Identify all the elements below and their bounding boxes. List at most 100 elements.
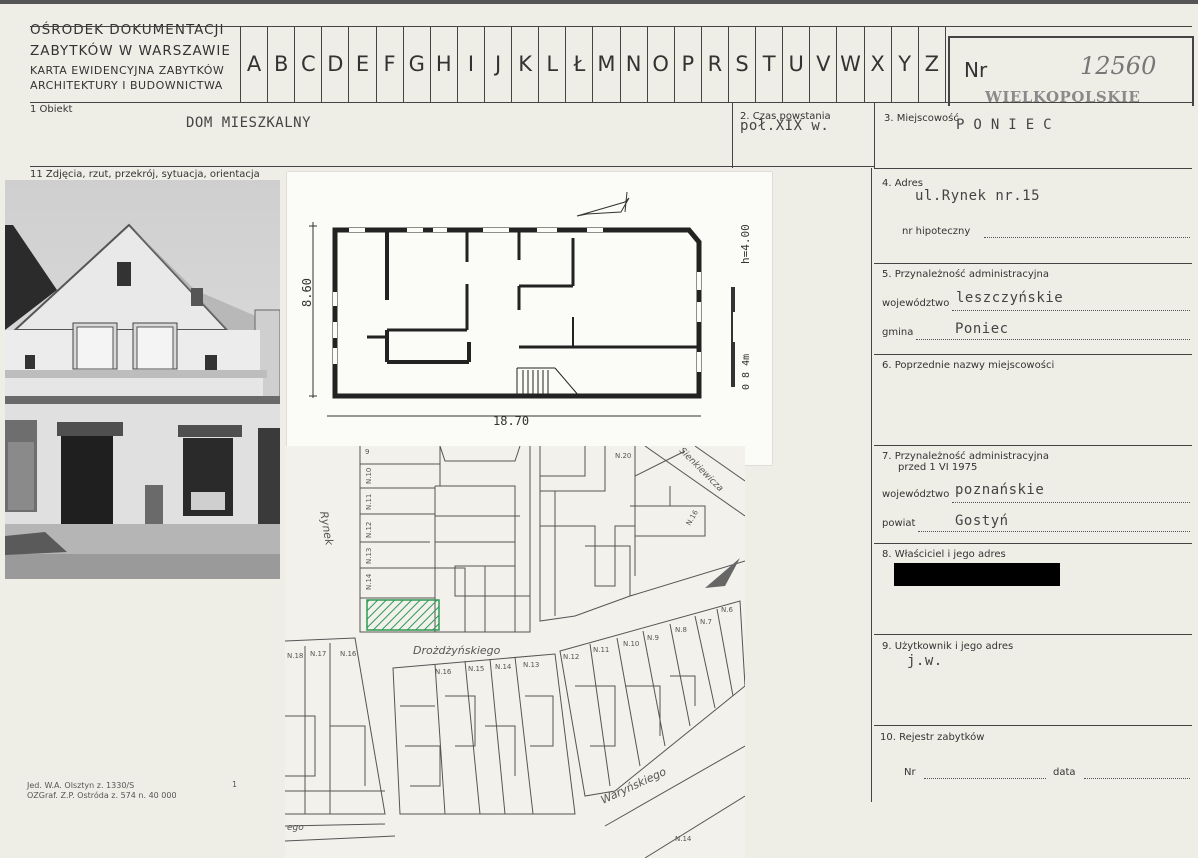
floor-plan-drawing: 8.60 18.70 h=4.00 0 8 4m	[300, 191, 752, 428]
letter-cell: Y	[892, 26, 919, 102]
letter-cell: E	[349, 26, 377, 102]
highlighted-plot	[366, 599, 440, 631]
letter-cell: A	[240, 26, 269, 102]
top-edge	[0, 0, 1198, 4]
plot-label: N.16	[685, 508, 700, 527]
inventory-card: OŚRODEK DOKUMENTACJI ZABYTKÓW W WARSZAWI…	[0, 0, 1198, 858]
woj1975-line	[952, 502, 1190, 503]
sec4-bottom-line	[874, 263, 1192, 264]
rejestr-label: 10. Rejestr zabytków	[880, 732, 985, 743]
rejestr-data-line	[1084, 778, 1190, 779]
sec8-bottom-line	[874, 634, 1192, 635]
imprint-mark: 1	[232, 780, 238, 789]
letter-cell: C	[295, 26, 323, 102]
row1-right-bottom-line	[874, 168, 1192, 169]
map-north-arrow	[705, 558, 740, 588]
letter-cell: B	[268, 26, 296, 102]
org-line1: OŚRODEK DOKUMENTACJI	[30, 22, 225, 38]
powiat-line	[918, 531, 1190, 532]
uzytkownik-value: j.w.	[907, 653, 943, 669]
plot-label: N.14	[675, 835, 692, 843]
imprint-line2: OZGraf. Z.P. Ostróda z. 574 n. 40 000	[27, 791, 177, 800]
street-partial: ego	[287, 823, 304, 833]
powiat-label: powiat	[882, 518, 916, 529]
plot-label: N.14	[365, 573, 373, 590]
letter-cell: V	[810, 26, 838, 102]
plan-depth-label: 8.60	[300, 278, 314, 307]
hipoteczny-line	[984, 237, 1190, 238]
letter-cell: W	[837, 26, 865, 102]
letter-cell: R	[702, 26, 729, 102]
letter-index: ABCDEFGHIJKLŁMNOPRSTUVWXYZ	[240, 26, 946, 102]
plan-height-label: h=4.00	[739, 224, 752, 264]
plan-width-label: 18.70	[493, 414, 529, 428]
plot-label: N.9	[647, 634, 659, 642]
letter-cell: H	[431, 26, 458, 102]
letter-cell: M	[593, 26, 621, 102]
plot-label: N.14	[495, 663, 512, 671]
zdjecia-label: 11 Zdjęcia, rzut, przekrój, sytuacja, or…	[30, 169, 260, 180]
plot-label: N.12	[563, 653, 579, 661]
plot-label: N.10	[365, 468, 373, 484]
street-sienkiewicza: Sienkiewicza	[677, 446, 725, 494]
czas-value: poł.XIX w.	[740, 118, 830, 134]
przynaleznosc-label: 5. Przynależność administracyjna	[882, 269, 1049, 280]
woj1975-label: województwo	[882, 489, 950, 500]
street-warynskiego: Waryńskiego	[599, 765, 669, 807]
plan-scale-label: 0 8 4m	[741, 354, 752, 390]
plot-label: N.12	[365, 522, 373, 538]
site-map-panel: Rynek Drożdżyńskiego Waryńskiego Sienkie…	[284, 445, 746, 858]
letter-cell: S	[729, 26, 757, 102]
plot-label: N.15	[468, 665, 484, 673]
plot-label: N.16	[435, 668, 452, 676]
miejscowosc-value: PONIEC	[956, 117, 1061, 133]
nr-label: Nr	[964, 58, 988, 82]
plot-label: N.11	[593, 646, 609, 654]
gmina-line	[916, 339, 1190, 340]
wojewodztwo-value: leszczyńskie	[956, 290, 1064, 306]
plot-label: N.6	[721, 606, 733, 614]
site-map-drawing: Rynek Drożdżyńskiego Waryńskiego Sienkie…	[284, 445, 746, 858]
plot-label: N.16	[340, 650, 357, 658]
row1-bottom-line	[30, 166, 874, 167]
letter-cell: U	[783, 26, 811, 102]
letter-cell: L	[539, 26, 567, 102]
right-column-line	[871, 168, 872, 802]
letter-cell: Ł	[566, 26, 594, 102]
gmina-value: Poniec	[955, 321, 1009, 337]
sec6-bottom-line	[874, 445, 1192, 446]
plot-label: 9	[365, 448, 369, 456]
obiekt-value: DOM MIESZKALNY	[186, 115, 312, 131]
wlasciciel-label: 8. Właściciel i jego adres	[882, 549, 1006, 560]
card-line1: KARTA EWIDENCYJNA ZABYTKÓW	[30, 64, 225, 77]
letter-cell: K	[512, 26, 540, 102]
woj1975-value: poznańskie	[955, 482, 1045, 498]
przyn1975-label2: przed 1 VI 1975	[898, 462, 978, 473]
rejestr-data-label: data	[1053, 767, 1076, 778]
letter-cell: O	[648, 26, 675, 102]
card-line2: ARCHITEKTURY I BUDOWNICTWA	[30, 79, 223, 92]
przyn1975-label1: 7. Przynależność administracyjna	[882, 451, 1049, 462]
building-photo	[5, 180, 280, 579]
letter-cell: Z	[919, 26, 946, 102]
wojewodztwo-line	[952, 310, 1190, 311]
poprzednie-label: 6. Poprzednie nazwy miejscowości	[882, 360, 1055, 371]
plot-label: N.20	[615, 452, 631, 460]
rejestr-nr-label: Nr	[904, 767, 916, 778]
letter-cell: P	[675, 26, 702, 102]
plot-label: N.17	[310, 650, 326, 658]
plot-label: N.7	[700, 618, 712, 626]
letter-cell: D	[322, 26, 350, 102]
imprint-line1: Jed. W.A. Olsztyn z. 1330/S	[27, 781, 135, 790]
uzytkownik-label: 9. Użytkownik i jego adres	[882, 641, 1014, 652]
letter-cell: J	[485, 26, 513, 102]
plot-label: N.18	[287, 652, 303, 660]
letter-cell: F	[377, 26, 404, 102]
letter-cell: G	[404, 26, 431, 102]
wojewodztwo-label: województwo	[882, 298, 950, 309]
plot-label: N.13	[523, 661, 539, 669]
rejestr-nr-line	[924, 778, 1046, 779]
org-line2: ZABYTKÓW W WARSZAWIE	[30, 43, 231, 59]
divider-czas	[732, 102, 733, 168]
letter-cell: I	[458, 26, 485, 102]
